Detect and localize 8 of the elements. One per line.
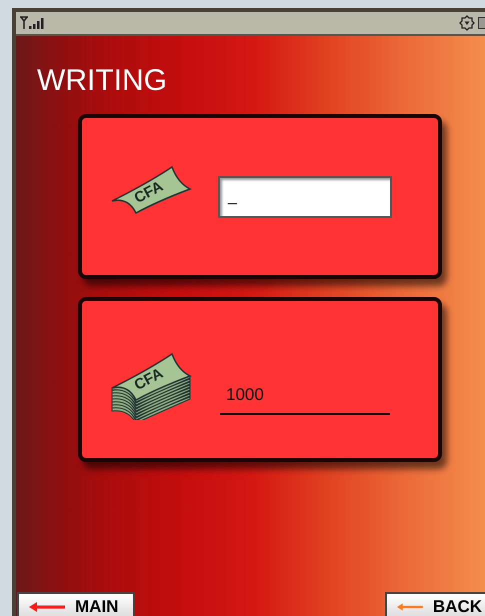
amount-input-field[interactable]: _ bbox=[218, 176, 392, 218]
softkey[interactable]: MAIN bbox=[17, 592, 135, 616]
softkey[interactable]: BACK bbox=[385, 592, 485, 616]
currency-label: CFA bbox=[131, 364, 166, 394]
amount-value: 1000 bbox=[225, 384, 264, 404]
gear-icon bbox=[459, 15, 475, 31]
screen-title: WRITING bbox=[37, 64, 167, 98]
currency-label: CFA bbox=[131, 177, 166, 206]
